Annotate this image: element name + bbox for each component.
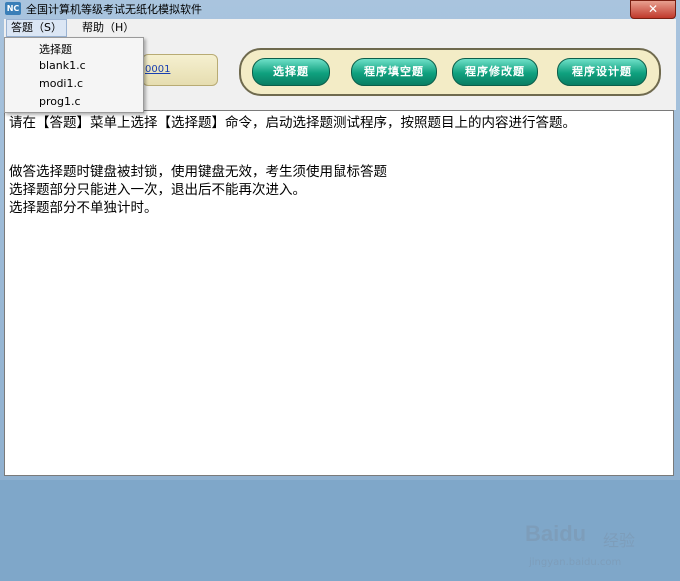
menu-answer[interactable]: 答题（S）	[6, 19, 67, 37]
instruction-line: 选择题部分只能进入一次，退出后不能再次进入。	[9, 182, 306, 198]
instructions-panel: 请在【答题】菜单上选择【选择题】命令，启动选择题测试程序，按照题目上的内容进行答…	[4, 110, 674, 568]
dropdown-item-choice[interactable]: 选择题	[39, 41, 139, 57]
watermark-label: 经验	[603, 531, 636, 550]
baidu-watermark: Baidu 经验 jingyan.baidu.com	[525, 521, 675, 581]
menu-bar: 答题（S） 帮助（H）	[4, 19, 676, 38]
app-window: NC 全国计算机等级考试无纸化模拟软件 ✕ 答题（S） 帮助（H） 0001 选…	[0, 0, 680, 568]
question-type-panel: 选择题 程序填空题 程序修改题 程序设计题	[239, 48, 661, 96]
instruction-paragraph: 请在【答题】菜单上选择【选择题】命令，启动选择题测试程序，按照题目上的内容进行答…	[9, 115, 576, 131]
watermark-url: jingyan.baidu.com	[529, 557, 622, 568]
dropdown-item-modi1[interactable]: modi1.c	[39, 77, 139, 90]
dropdown-item-blank1[interactable]: blank1.c	[39, 59, 139, 72]
choice-question-button[interactable]: 选择题	[252, 58, 330, 86]
menu-help[interactable]: 帮助（H）	[78, 19, 138, 37]
instruction-line: 选择题部分不单独计时。	[9, 200, 158, 216]
instruction-line: 做答选择题时键盘被封锁，使用键盘无效，考生须使用鼠标答题	[9, 164, 387, 180]
instruction-lines: 做答选择题时键盘被封锁，使用键盘无效，考生须使用鼠标答题 选择题部分只能进入一次…	[9, 163, 665, 217]
exam-id-link[interactable]: 0001	[145, 64, 170, 75]
title-bar: NC 全国计算机等级考试无纸化模拟软件 ✕	[0, 0, 680, 19]
app-icon: NC	[5, 2, 21, 15]
answer-dropdown-menu: 选择题 blank1.c modi1.c prog1.c	[4, 37, 144, 113]
program-design-button[interactable]: 程序设计题	[557, 58, 647, 86]
program-modify-button[interactable]: 程序修改题	[452, 58, 538, 86]
window-title: 全国计算机等级考试无纸化模拟软件	[26, 3, 202, 16]
fill-blank-button[interactable]: 程序填空题	[351, 58, 437, 86]
watermark-logo: Baidu	[525, 521, 587, 546]
close-button[interactable]: ✕	[630, 0, 676, 19]
dropdown-item-prog1[interactable]: prog1.c	[39, 95, 139, 108]
exam-id-box: 0001	[142, 54, 218, 86]
